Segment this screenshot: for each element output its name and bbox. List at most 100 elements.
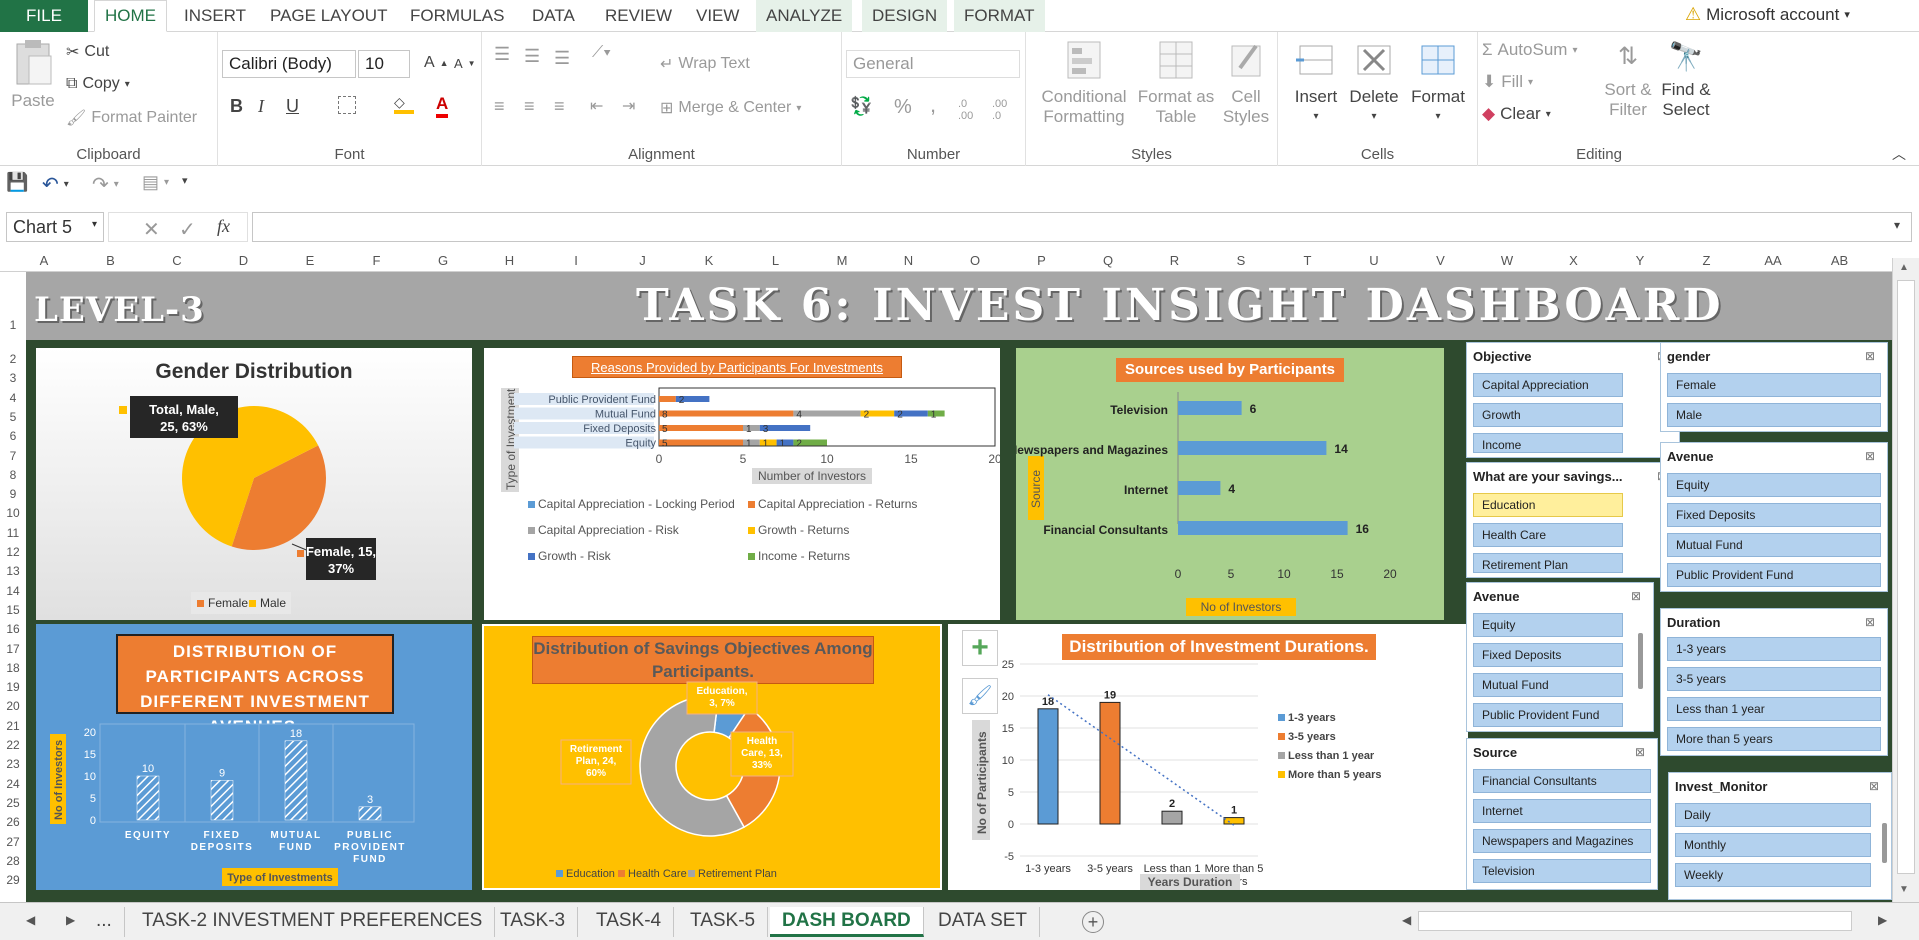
slicer-item[interactable]: Television bbox=[1473, 859, 1651, 883]
row-header[interactable]: 14 bbox=[0, 584, 26, 598]
format-cells-button[interactable]: Format ▾ bbox=[1406, 38, 1470, 127]
slicer-item[interactable]: Newspapers and Magazines bbox=[1473, 829, 1651, 853]
font-name-select[interactable]: Calibri (Body) bbox=[222, 50, 356, 78]
align-center-icon[interactable]: ≡ bbox=[524, 96, 535, 117]
reasons-bar-segment[interactable] bbox=[659, 410, 794, 417]
slicer-gender[interactable]: gender ⊠ Female Male bbox=[1660, 342, 1888, 432]
column-header[interactable]: J bbox=[628, 253, 658, 268]
cancel-icon[interactable]: ✕ bbox=[143, 217, 160, 242]
column-header[interactable]: H bbox=[495, 253, 525, 268]
wrap-text-button[interactable]: ↵ Wrap Text bbox=[660, 54, 750, 74]
format-as-table-button[interactable]: Format as Table bbox=[1134, 38, 1218, 127]
insert-cells-button[interactable]: Insert ▾ bbox=[1288, 38, 1344, 127]
row-header[interactable]: 3 bbox=[0, 371, 26, 385]
save-icon[interactable]: 💾 bbox=[6, 172, 28, 193]
cell-styles-button[interactable]: Cell Styles bbox=[1216, 38, 1276, 127]
row-header[interactable]: 20 bbox=[0, 699, 26, 713]
column-header[interactable]: AA bbox=[1758, 253, 1788, 268]
column-header[interactable]: V bbox=[1426, 253, 1456, 268]
row-header[interactable]: 22 bbox=[0, 738, 26, 752]
avenues-bar[interactable] bbox=[210, 780, 234, 821]
reasons-chart[interactable]: Reasons Provided by Participants For Inv… bbox=[484, 348, 1000, 620]
column-header[interactable]: W bbox=[1492, 253, 1522, 268]
next-sheet-icon[interactable]: ▶ bbox=[66, 913, 75, 927]
sheet-tab-dashboard[interactable]: DASH BOARD bbox=[770, 907, 924, 937]
top-align-icon[interactable]: ☰ bbox=[494, 44, 510, 65]
column-header[interactable]: G bbox=[428, 253, 458, 268]
column-header[interactable]: B bbox=[96, 253, 126, 268]
avenues-bar[interactable] bbox=[358, 806, 382, 821]
row-header[interactable]: 9 bbox=[0, 487, 26, 501]
name-box[interactable]: Chart 5 ▾ bbox=[6, 212, 104, 242]
column-header[interactable]: A bbox=[29, 253, 59, 268]
column-header[interactable]: X bbox=[1559, 253, 1589, 268]
delete-cells-button[interactable]: Delete ▾ bbox=[1344, 38, 1404, 127]
vertical-scrollbar[interactable]: ▲ ▼ bbox=[1892, 258, 1919, 902]
column-header[interactable]: Y bbox=[1625, 253, 1655, 268]
tab-insert[interactable]: INSERT bbox=[174, 0, 256, 32]
slicer-scrollbar[interactable] bbox=[1638, 633, 1643, 689]
decrease-indent-icon[interactable]: ⇤ bbox=[590, 96, 603, 116]
enter-icon[interactable]: ✓ bbox=[179, 217, 196, 242]
tab-formulas[interactable]: FORMULAS bbox=[400, 0, 514, 32]
expand-formula-icon[interactable]: ▾ bbox=[1894, 218, 1900, 232]
avenues-chart[interactable]: DISTRIBUTION OF PARTICIPANTS ACROSS DIFF… bbox=[36, 624, 472, 890]
slicer-item[interactable]: Less than 1 year bbox=[1667, 697, 1881, 721]
sources-bar[interactable] bbox=[1178, 441, 1327, 455]
row-header[interactable]: 27 bbox=[0, 835, 26, 849]
column-header[interactable]: Q bbox=[1093, 253, 1123, 268]
row-header[interactable]: 10 bbox=[0, 506, 26, 520]
increase-indent-icon[interactable]: ⇥ bbox=[622, 96, 635, 116]
slicer-item[interactable]: Monthly bbox=[1675, 833, 1871, 857]
tab-analyze[interactable]: ANALYZE bbox=[756, 0, 853, 32]
column-header[interactable]: O bbox=[960, 253, 990, 268]
tab-review[interactable]: REVIEW bbox=[595, 0, 682, 32]
slicer-item[interactable]: Public Provident Fund bbox=[1473, 703, 1623, 727]
find-select-button[interactable]: 🔭 Find & Select bbox=[1656, 34, 1716, 120]
merge-center-button[interactable]: ⊞ Merge & Center ▾ bbox=[660, 98, 801, 118]
scroll-up-icon[interactable]: ▲ bbox=[1899, 262, 1909, 273]
avenues-bar[interactable] bbox=[136, 775, 160, 821]
slicer-duration[interactable]: Duration ⊠ 1-3 years 3-5 years Less than… bbox=[1660, 608, 1888, 756]
slicer-objective[interactable]: Objective ⊠ Capital Appreciation Growth … bbox=[1466, 342, 1680, 458]
grow-font-button[interactable]: A ▲ bbox=[424, 54, 449, 72]
column-header[interactable]: T bbox=[1293, 253, 1323, 268]
durations-bar[interactable] bbox=[1161, 810, 1183, 825]
undo-icon[interactable]: ↶ ▾ bbox=[42, 172, 69, 197]
row-header[interactable]: 17 bbox=[0, 642, 26, 656]
copy-button[interactable]: ⧉ Copy ▾ bbox=[66, 75, 130, 93]
tab-file[interactable]: FILE bbox=[0, 0, 88, 32]
collapse-ribbon-icon[interactable]: ︿ bbox=[1892, 144, 1906, 164]
durations-bar[interactable] bbox=[1099, 701, 1121, 825]
slicer-item[interactable]: Internet bbox=[1473, 799, 1651, 823]
column-header[interactable]: M bbox=[827, 253, 857, 268]
align-left-icon[interactable]: ≡ bbox=[494, 96, 505, 117]
row-header[interactable]: 12 bbox=[0, 545, 26, 559]
sources-chart[interactable]: Sources used by Participants Source Tele… bbox=[1016, 348, 1444, 620]
row-header[interactable]: 13 bbox=[0, 564, 26, 578]
slicer-savings[interactable]: What are your savings... ⊠ Education Hea… bbox=[1466, 462, 1680, 578]
row-header[interactable]: 18 bbox=[0, 661, 26, 675]
reasons-bar-segment[interactable] bbox=[659, 439, 743, 446]
percent-button[interactable]: % bbox=[894, 96, 912, 119]
form-icon[interactable]: ▤ ▾ bbox=[142, 172, 169, 193]
increase-decimal-button[interactable]: .0.00 bbox=[958, 98, 973, 122]
account-menu[interactable]: ⚠ Microsoft account ▾ bbox=[1685, 4, 1850, 25]
clear-filter-icon[interactable]: ⊠ bbox=[1865, 349, 1881, 363]
slicer-item[interactable]: Financial Consultants bbox=[1473, 769, 1651, 793]
clear-filter-icon[interactable]: ⊠ bbox=[1865, 449, 1881, 463]
prev-sheet-icon[interactable]: ◀ bbox=[26, 913, 35, 927]
slicer-item[interactable]: 3-5 years bbox=[1667, 667, 1881, 691]
row-header[interactable]: 7 bbox=[0, 449, 26, 463]
row-header[interactable]: 6 bbox=[0, 429, 26, 443]
italic-button[interactable]: I bbox=[258, 96, 264, 117]
slicer-item[interactable]: Mutual Fund bbox=[1667, 533, 1881, 557]
slicer-item[interactable]: Weekly bbox=[1675, 863, 1871, 887]
paste-button[interactable]: Paste bbox=[8, 38, 58, 111]
customize-qat-icon[interactable]: ▾ bbox=[182, 174, 188, 187]
bold-button[interactable]: B bbox=[230, 96, 243, 117]
slicer-item[interactable]: Health Care bbox=[1473, 523, 1623, 547]
row-header[interactable]: 26 bbox=[0, 815, 26, 829]
sheet-tab-task2[interactable]: TASK-2 INVESTMENT PREFERENCES bbox=[130, 907, 496, 937]
objectives-chart[interactable]: Distribution of Savings Objectives Among… bbox=[482, 624, 942, 890]
